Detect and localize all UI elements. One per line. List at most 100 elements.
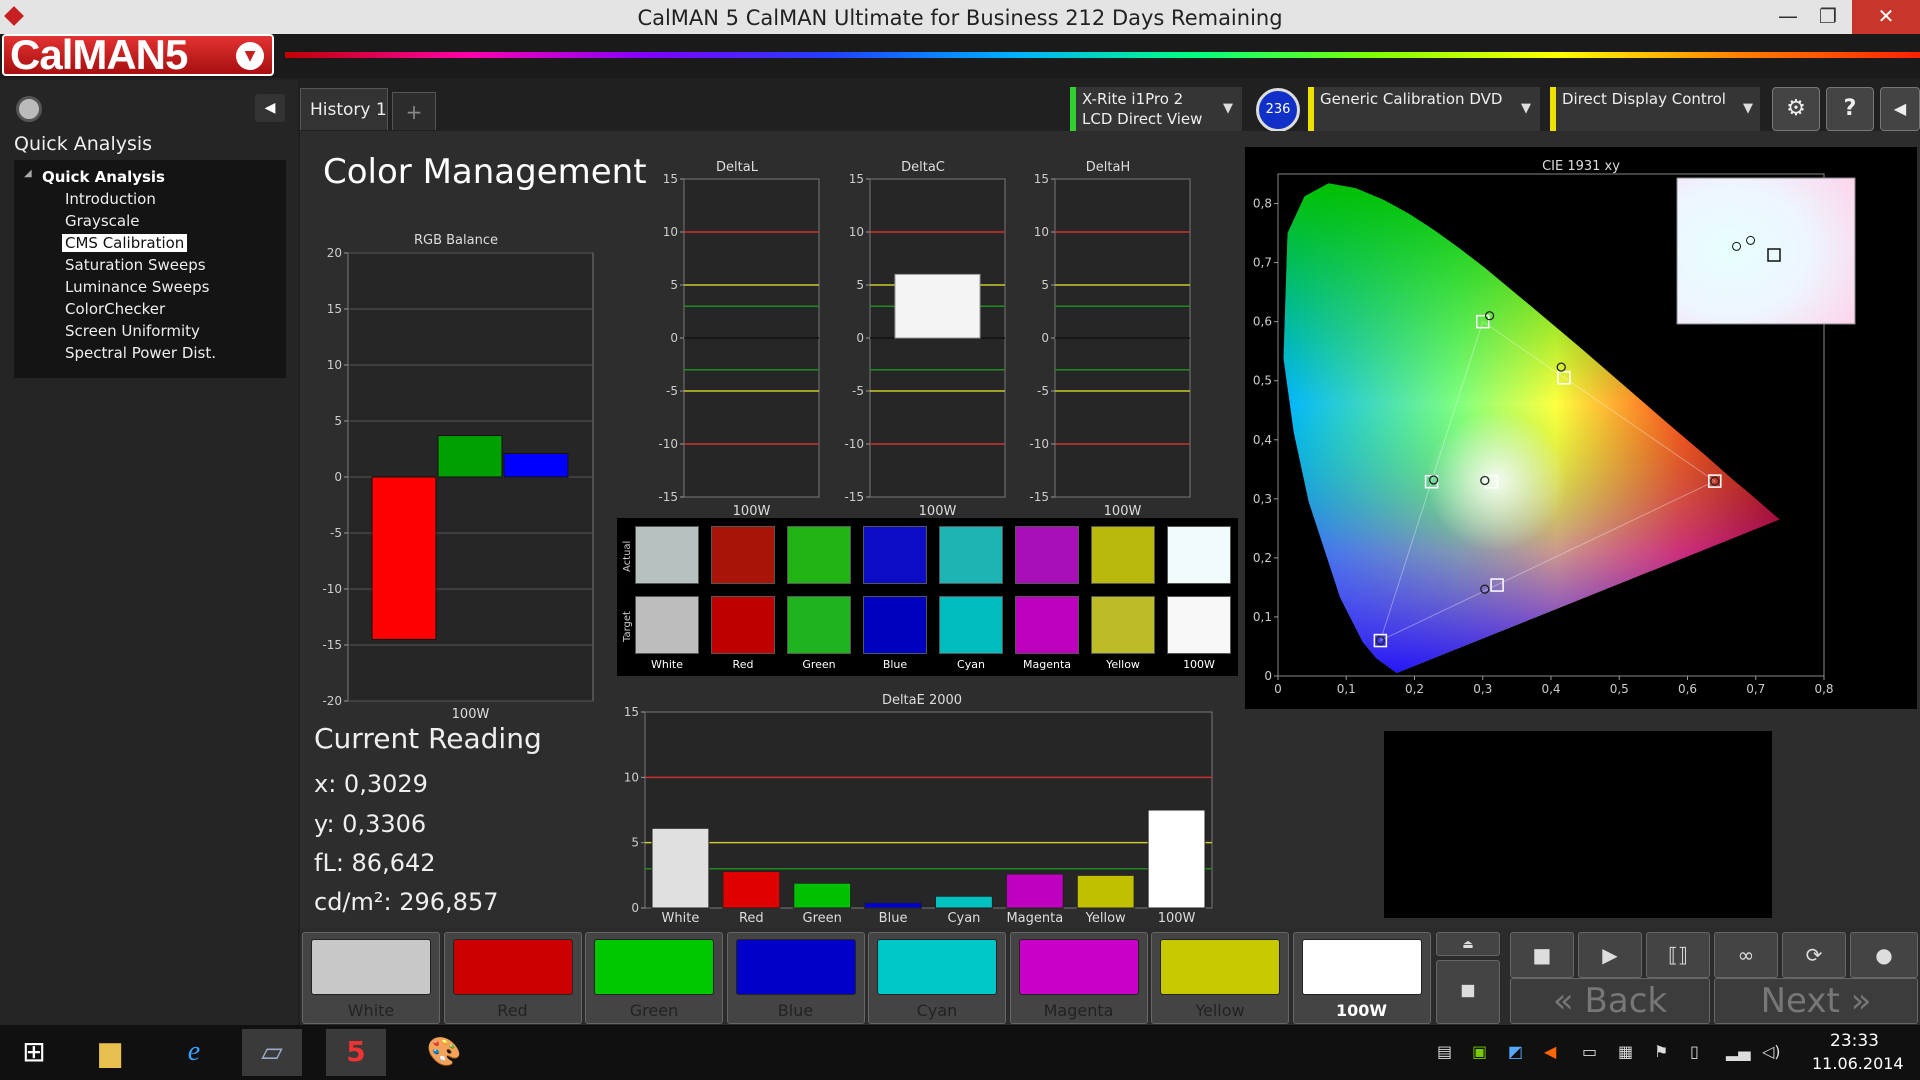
- deltae-bar: [864, 902, 922, 909]
- patch-button-red[interactable]: Red: [443, 932, 582, 1024]
- x-tick-label: 0,7: [1746, 682, 1765, 696]
- tab-history-1[interactable]: History 1: [300, 88, 388, 130]
- swatch-label: Cyan: [957, 658, 985, 671]
- chevron-down-icon[interactable]: ▼: [1736, 97, 1760, 121]
- delta-bar: [894, 273, 981, 339]
- target-swatch: [1167, 596, 1231, 654]
- calman-logo: CalMAN5: [2, 34, 274, 76]
- patch-button-blue[interactable]: Blue: [726, 932, 865, 1024]
- tray-network-icon[interactable]: ◩: [1508, 1042, 1523, 1061]
- tray-audio-app-icon[interactable]: ◀: [1544, 1042, 1556, 1061]
- y-tick-label: -15: [322, 638, 342, 652]
- patch-button-green[interactable]: Green: [585, 932, 723, 1024]
- tree-item-luminance-sweeps[interactable]: Luminance Sweeps: [62, 278, 212, 296]
- tree-item-screen-uniformity[interactable]: Screen Uniformity: [62, 322, 203, 340]
- tree-item-grayscale[interactable]: Grayscale: [62, 212, 143, 230]
- continuous-read-icon[interactable]: ∞: [1714, 932, 1778, 978]
- calman-taskbar-icon[interactable]: 5: [326, 1029, 386, 1076]
- play-icon[interactable]: ▶: [1578, 932, 1642, 978]
- reading-fl: fL: 86,642: [314, 849, 436, 877]
- meter-mode: LCD Direct View: [1082, 110, 1203, 128]
- y-tick-label: 20: [327, 246, 342, 260]
- swatch-label: Magenta: [1022, 658, 1071, 671]
- cie-1931-chart: CIE 1931 xy 0 0,1 0,2 0,3 0,4 0,5 0,6 0,7 0,8 0 0,…: [1253, 159, 1856, 696]
- add-tab-button[interactable]: +: [392, 92, 436, 130]
- stop-square-icon[interactable]: ⏹: [1436, 960, 1500, 1024]
- patch-button-cyan[interactable]: Cyan: [868, 932, 1006, 1024]
- tray-flag-icon[interactable]: ⚑: [1654, 1042, 1668, 1061]
- tree-item-spectral-power[interactable]: Spectral Power Dist.: [62, 344, 219, 362]
- source-selector[interactable]: Generic Calibration DVD ▼: [1308, 87, 1540, 131]
- patch-button-100w[interactable]: 100W: [1292, 932, 1431, 1024]
- back-button[interactable]: « Back: [1510, 978, 1710, 1024]
- patch-button-yellow[interactable]: Yellow: [1151, 932, 1289, 1024]
- meter-selector[interactable]: X-Rite i1Pro 2 LCD Direct View ▼: [1070, 87, 1242, 131]
- tree-expand-icon[interactable]: ◢: [24, 168, 32, 179]
- record-icon[interactable]: [16, 96, 42, 122]
- x-tick-label: 0,2: [1405, 682, 1424, 696]
- tray-keyboard-icon[interactable]: ▤: [1437, 1042, 1452, 1061]
- deltae-bar: [1147, 809, 1206, 909]
- read-range-icon[interactable]: ⟦⟧: [1646, 932, 1710, 978]
- collapse-right-icon[interactable]: ◀: [1880, 87, 1920, 131]
- y-tick-label: -5: [330, 526, 342, 540]
- minimize-button[interactable]: —: [1766, 0, 1810, 34]
- x-tick-label: 100W: [1104, 504, 1142, 515]
- tree-item-introduction[interactable]: Introduction: [62, 190, 159, 208]
- cie-title: CIE 1931 xy: [1542, 159, 1620, 174]
- chevron-down-icon[interactable]: ▼: [1514, 97, 1538, 121]
- paint-palette-icon[interactable]: 🎨: [414, 1029, 474, 1076]
- page-title: Color Management: [323, 152, 647, 192]
- target-swatch: [711, 596, 775, 654]
- collapse-sidebar-icon[interactable]: ◀: [255, 94, 285, 122]
- y-tick-label: 15: [624, 705, 639, 719]
- tray-signal-icon[interactable]: ▂▄: [1726, 1042, 1751, 1061]
- y-tick-label: 15: [663, 172, 678, 186]
- tray-nvidia-icon[interactable]: ▣: [1472, 1042, 1487, 1061]
- tray-display-icon[interactable]: ▭: [1582, 1042, 1597, 1061]
- logo-menu-chevron-icon[interactable]: ▼: [236, 42, 264, 70]
- windows-start-icon[interactable]: ⊞: [4, 1029, 64, 1076]
- settings-gear-icon[interactable]: ⚙: [1772, 87, 1820, 131]
- swatch-comparison-grid: Actual Target White Red Green Blue Cyan Magen…: [617, 518, 1238, 676]
- clock-date[interactable]: 11.06.2014: [1812, 1054, 1904, 1073]
- clock-time[interactable]: 23:33: [1830, 1031, 1879, 1051]
- y-tick-label: 0: [1041, 331, 1049, 345]
- y-tick-label: -10: [658, 437, 678, 451]
- y-tick-label: 0,5: [1253, 374, 1272, 388]
- refresh-icon[interactable]: ⟳: [1782, 932, 1846, 978]
- tray-battery-icon[interactable]: ▯: [1690, 1042, 1699, 1061]
- record-dot-icon[interactable]: ●: [1850, 932, 1918, 978]
- target-swatch: [1015, 596, 1079, 654]
- patch-color-preview: [594, 939, 714, 995]
- patch-label: White: [347, 1001, 395, 1020]
- help-icon[interactable]: ?: [1826, 87, 1874, 131]
- y-tick-label: 0: [1264, 669, 1272, 683]
- y-tick-label: 0,2: [1253, 551, 1272, 565]
- tree-item-saturation-sweeps[interactable]: Saturation Sweeps: [62, 256, 209, 274]
- deltac-title: DeltaC: [901, 160, 945, 175]
- patch-button-magenta[interactable]: Magenta: [1009, 932, 1148, 1024]
- file-explorer-icon[interactable]: ▆: [80, 1029, 140, 1076]
- notes-app-icon[interactable]: ▱: [242, 1029, 302, 1076]
- x-tick-label: Red: [739, 911, 764, 926]
- restore-button[interactable]: ❐: [1806, 0, 1850, 34]
- tree-item-colorchecker[interactable]: ColorChecker: [62, 300, 168, 318]
- close-button[interactable]: ✕: [1852, 0, 1920, 34]
- tree-item-cms-calibration[interactable]: CMS Calibration: [62, 234, 188, 252]
- x-tick-label: Magenta: [1006, 911, 1063, 926]
- stop-icon[interactable]: ■: [1510, 932, 1574, 978]
- chevron-down-icon[interactable]: ▼: [1216, 97, 1240, 121]
- patch-button-white[interactable]: White: [302, 932, 440, 1024]
- eject-icon[interactable]: ⏏: [1436, 932, 1500, 956]
- tray-volume-icon[interactable]: ◁): [1762, 1042, 1781, 1061]
- display-selector[interactable]: Direct Display Control ▼: [1550, 87, 1760, 131]
- meter-read-badge[interactable]: 236: [1256, 88, 1300, 132]
- x-tick-label: 100W: [1158, 911, 1196, 926]
- tray-monitor-icon[interactable]: ▦: [1618, 1042, 1633, 1061]
- internet-explorer-icon[interactable]: e: [164, 1029, 224, 1076]
- deltal-title: DeltaL: [716, 160, 759, 175]
- next-button[interactable]: Next »: [1714, 978, 1918, 1024]
- tree-root-item[interactable]: Quick Analysis: [42, 168, 165, 186]
- y-tick-label: 0: [856, 331, 864, 345]
